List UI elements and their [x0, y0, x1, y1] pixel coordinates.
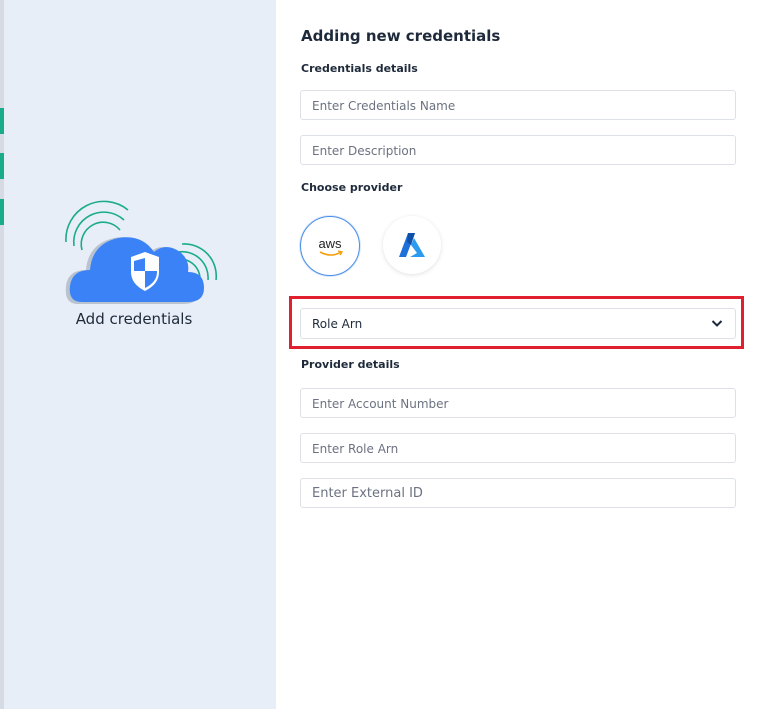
choose-provider-label: Choose provider — [301, 181, 403, 194]
left-panel: Add credentials — [0, 0, 276, 709]
external-id-input[interactable]: Enter External ID — [300, 478, 736, 508]
credentials-details-label: Credentials details — [301, 62, 418, 75]
edge-mark — [0, 108, 4, 134]
cloud-shield-icon — [65, 200, 218, 304]
page-title: Adding new credentials — [301, 27, 501, 45]
background-window-edge — [0, 0, 4, 709]
role-arn-input[interactable]: Enter Role Arn — [300, 433, 736, 463]
auth-type-value: Role Arn — [312, 317, 363, 331]
provider-azure-button[interactable] — [383, 216, 441, 274]
add-credentials-caption: Add credentials — [75, 310, 193, 328]
edge-mark — [0, 199, 4, 225]
provider-details-label: Provider details — [301, 358, 400, 371]
edge-mark — [0, 153, 4, 179]
provider-aws-button[interactable]: aws — [300, 216, 360, 276]
credentials-name-input[interactable]: Enter Credentials Name — [300, 90, 736, 120]
chevron-down-icon — [711, 320, 723, 327]
azure-logo-icon — [399, 233, 425, 257]
account-number-input[interactable]: Enter Account Number — [300, 388, 736, 418]
description-input[interactable]: Enter Description — [300, 135, 736, 165]
aws-logo-icon: aws — [310, 231, 350, 261]
auth-type-select[interactable]: Role Arn — [300, 308, 736, 339]
